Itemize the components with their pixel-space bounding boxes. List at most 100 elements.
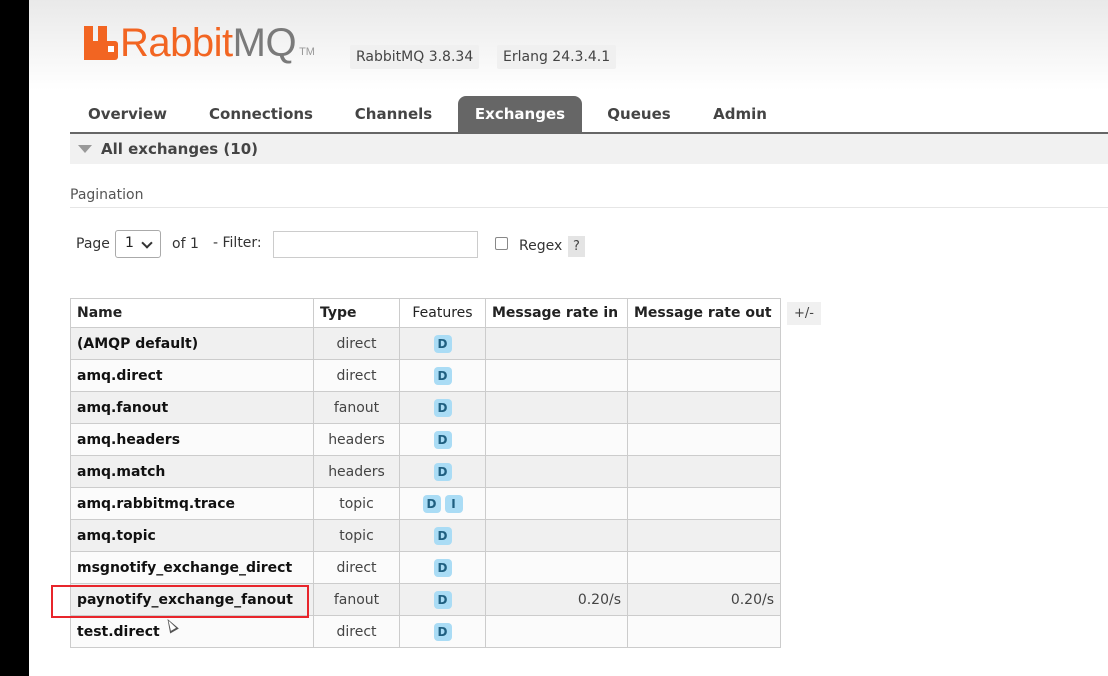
rate-in [485,519,628,552]
page-select-value: 1 [125,235,134,251]
tab-channels[interactable]: Channels [340,96,447,133]
rate-out [627,487,781,520]
rate-out [627,359,781,392]
regex-checkbox[interactable] [495,237,508,250]
rate-out [627,615,781,648]
rate-in: 0.20/s [485,583,628,616]
table-row: paynotify_exchange_fanout fanout D 0.20/… [70,583,781,616]
durable-badge: D [433,430,452,449]
trademark-label: TM [299,46,315,58]
tab-overview[interactable]: Overview [70,96,185,133]
logo-text-rabbit: Rabbit [120,21,233,65]
rate-out [627,423,781,456]
tab-admin[interactable]: Admin [700,96,780,133]
left-black-bar [0,0,29,676]
durable-badge: D [433,366,452,385]
exchange-features: D [399,455,486,488]
exchange-name-link[interactable]: msgnotify_exchange_direct [70,551,314,584]
rate-in [485,359,628,392]
page-select[interactable]: 1 [115,230,161,258]
exchange-name-link[interactable]: amq.direct [70,359,314,392]
durable-badge: D [433,590,452,609]
exchange-features: D [399,423,486,456]
regex-label: Regex [519,238,563,254]
rabbitmq-version-badge: RabbitMQ 3.8.34 [350,45,480,69]
table-row: (AMQP default) direct D [70,327,781,360]
exchange-name-link[interactable]: amq.topic [70,519,314,552]
rate-in [485,423,628,456]
exchange-name-link[interactable]: paynotify_exchange_fanout [70,583,314,616]
main-tabs: Overview Connections Channels Exchanges … [70,96,1108,133]
pagination-label: Pagination [70,187,144,203]
chevron-down-icon [141,237,153,249]
column-header-type: Type [313,298,400,328]
exchange-name-link[interactable]: test.direct [70,615,314,648]
exchange-type: direct [313,551,400,584]
exchange-type: headers [313,455,400,488]
exchange-name-link[interactable]: amq.rabbitmq.trace [70,487,314,520]
logo-text-mq: MQ [232,21,297,65]
exchange-type: topic [313,487,400,520]
exchanges-table: Name Type Features Message rate in Messa… [70,298,781,648]
exchange-name-link[interactable]: amq.headers [70,423,314,456]
filter-label: - Filter: [213,235,262,251]
exchange-type: headers [313,423,400,456]
rate-in [485,551,628,584]
exchange-type: fanout [313,583,400,616]
rabbitmq-logo[interactable]: RabbitMQ TM [84,23,315,63]
exchange-features: DI [399,487,486,520]
exchange-features: D [399,615,486,648]
table-row: amq.fanout fanout D [70,391,781,424]
page-count-label: of 1 [172,236,199,252]
durable-badge: D [433,398,452,417]
durable-badge: D [422,494,441,513]
exchange-type: direct [313,327,400,360]
durable-badge: D [433,462,452,481]
internal-badge: I [444,494,463,513]
rate-out [627,551,781,584]
exchange-type: fanout [313,391,400,424]
tab-queues[interactable]: Queues [597,96,681,133]
durable-badge: D [433,558,452,577]
column-header-name: Name [70,298,314,328]
rate-out [627,327,781,360]
durable-badge: D [433,526,452,545]
exchange-features: D [399,327,486,360]
collapse-arrow-icon [78,145,92,153]
filter-input[interactable] [273,231,478,258]
rate-in [485,487,628,520]
durable-badge: D [433,622,452,641]
rate-out: 0.20/s [627,583,781,616]
logo-text: RabbitMQ [120,23,297,63]
erlang-version-badge: Erlang 24.3.4.1 [497,45,617,69]
rate-in [485,327,628,360]
exchange-features: D [399,583,486,616]
rabbitmq-logo-icon [84,26,118,60]
toggle-columns-button[interactable]: +/- [787,302,821,325]
column-header-rate-out: Message rate out [627,298,781,328]
rate-in [485,615,628,648]
tab-connections[interactable]: Connections [200,96,322,133]
column-header-features: Features [399,298,486,328]
exchange-name-link[interactable]: amq.fanout [70,391,314,424]
table-row: test.direct direct D [70,615,781,648]
exchange-name-link[interactable]: amq.match [70,455,314,488]
table-row: amq.topic topic D [70,519,781,552]
exchange-type: topic [313,519,400,552]
table-header-row: Name Type Features Message rate in Messa… [70,298,781,328]
table-row: amq.rabbitmq.trace topic DI [70,487,781,520]
exchange-features: D [399,519,486,552]
pagination-divider [70,207,1108,208]
exchange-features: D [399,359,486,392]
table-row: amq.headers headers D [70,423,781,456]
column-header-rate-in: Message rate in [485,298,628,328]
rate-out [627,455,781,488]
exchange-name-link[interactable]: (AMQP default) [70,327,314,360]
all-exchanges-section-toggle[interactable]: All exchanges (10) [70,134,1108,164]
table-row: msgnotify_exchange_direct direct D [70,551,781,584]
exchange-features: D [399,391,486,424]
section-title: All exchanges (10) [101,140,258,158]
table-row: amq.direct direct D [70,359,781,392]
regex-help-button[interactable]: ? [568,236,585,257]
tab-exchanges[interactable]: Exchanges [458,96,582,133]
